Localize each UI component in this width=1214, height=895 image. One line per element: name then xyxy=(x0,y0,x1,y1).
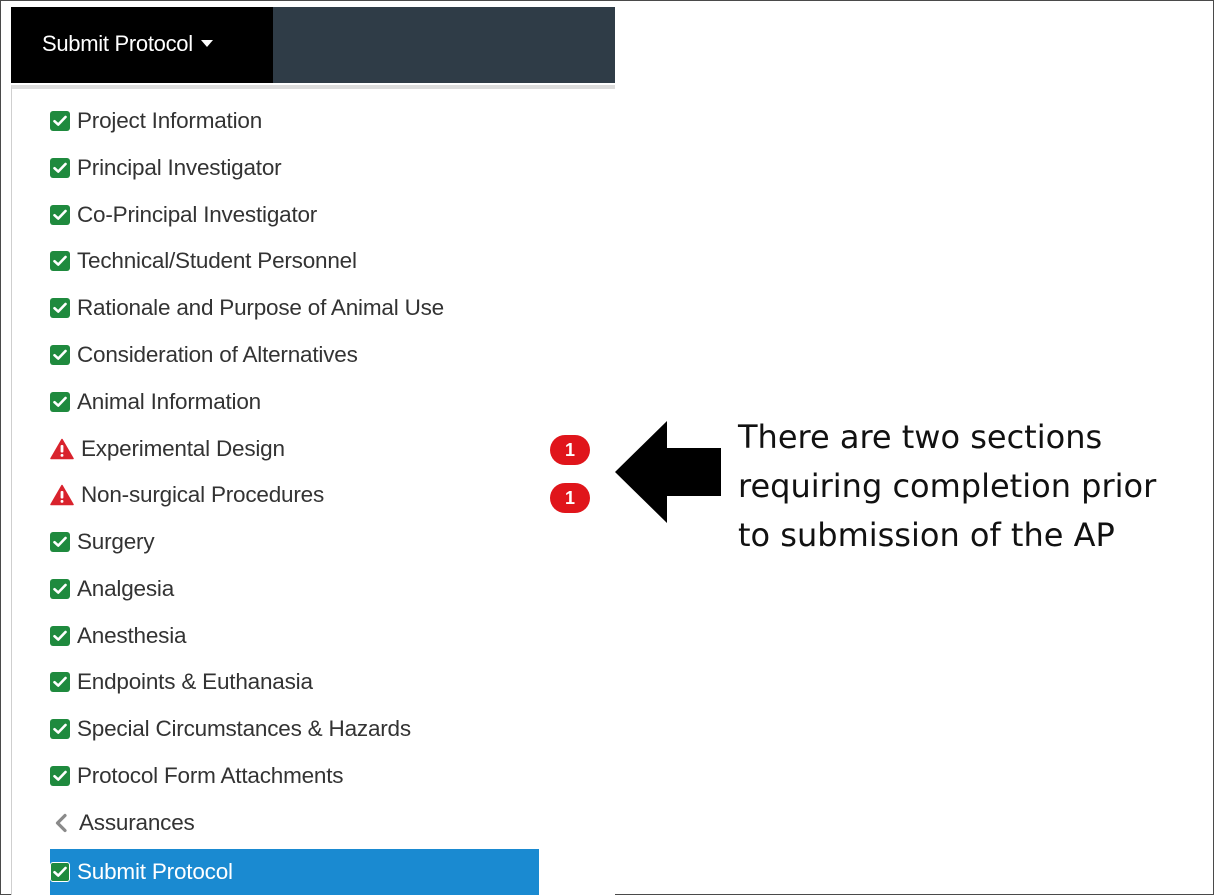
chevron-left-icon xyxy=(50,812,72,834)
warning-icon xyxy=(50,484,74,506)
menu-item-label: Protocol Form Attachments xyxy=(77,763,344,788)
menu-item-label: Anesthesia xyxy=(77,623,187,648)
check-square-icon xyxy=(50,532,70,552)
check-square-icon xyxy=(50,158,70,178)
menu-item-label: Surgery xyxy=(77,529,155,554)
menu-item-label: Animal Information xyxy=(77,389,261,414)
annotation-line: There are two sections xyxy=(738,418,1103,456)
menu-item-submit-protocol[interactable]: Submit Protocol xyxy=(50,849,539,895)
menu-item-label: Consideration of Alternatives xyxy=(77,342,358,367)
menu-item-label: Non-surgical Procedures xyxy=(81,482,325,507)
menu-item-co-principal-investigator[interactable]: Co-Principal Investigator xyxy=(50,195,317,235)
check-square-icon xyxy=(50,719,70,739)
menu-item-surgery[interactable]: Surgery xyxy=(50,522,155,562)
check-square-icon xyxy=(50,672,70,692)
warning-icon xyxy=(50,438,74,460)
menu-item-experimental-design[interactable]: Experimental Design xyxy=(50,429,285,469)
check-square-icon xyxy=(50,579,70,599)
menu-item-label: Rationale and Purpose of Animal Use xyxy=(77,295,444,320)
caret-down-icon xyxy=(200,39,213,47)
menu-item-label: Experimental Design xyxy=(81,436,285,461)
menu-item-principal-investigator[interactable]: Principal Investigator xyxy=(50,148,282,188)
menu-item-non-surgical-procedures[interactable]: Non-surgical Procedures xyxy=(50,475,324,515)
menu-item-endpoints-euthanasia[interactable]: Endpoints & Euthanasia xyxy=(50,662,313,702)
check-square-icon xyxy=(50,766,70,786)
menu-item-label: Submit Protocol xyxy=(77,859,233,884)
dropdown-toggle-label: Submit Protocol xyxy=(42,31,193,56)
menu-item-label: Co-Principal Investigator xyxy=(77,202,318,227)
menu-item-animal-information[interactable]: Animal Information xyxy=(50,382,261,422)
check-square-icon xyxy=(50,626,70,646)
menu-item-assurances[interactable]: Assurances xyxy=(50,803,195,843)
menu-item-special-circumstances-hazards[interactable]: Special Circumstances & Hazards xyxy=(50,709,411,749)
check-square-icon xyxy=(50,862,70,882)
menu-item-anesthesia[interactable]: Anesthesia xyxy=(50,616,187,656)
menu-item-protocol-form-attachments[interactable]: Protocol Form Attachments xyxy=(50,756,344,796)
menu-item-label: Analgesia xyxy=(77,576,175,601)
menu-item-label: Technical/Student Personnel xyxy=(77,248,357,273)
menu-item-rationale-and-purpose[interactable]: Rationale and Purpose of Animal Use xyxy=(50,288,444,328)
check-square-icon xyxy=(50,298,70,318)
top-navbar: Submit Protocol xyxy=(11,7,615,83)
menu-item-analgesia[interactable]: Analgesia xyxy=(50,569,174,609)
menu-item-label: Assurances xyxy=(79,810,195,835)
check-square-icon xyxy=(50,111,70,131)
annotation-callout: There are two sections requiring complet… xyxy=(738,413,1208,560)
annotation-line: requiring completion prior xyxy=(738,467,1157,505)
screenshot-canvas: Submit Protocol Project Information Prin… xyxy=(0,0,1214,895)
check-square-icon xyxy=(50,205,70,225)
menu-item-technical-student-personnel[interactable]: Technical/Student Personnel xyxy=(50,241,357,281)
incomplete-count-badge: 1 xyxy=(550,435,590,465)
annotation-line: to submission of the AP xyxy=(738,516,1115,554)
menu-item-label: Principal Investigator xyxy=(77,155,282,180)
check-square-icon xyxy=(50,251,70,271)
check-square-icon xyxy=(50,345,70,365)
left-arrow-icon xyxy=(615,421,721,523)
submit-protocol-dropdown-toggle[interactable]: Submit Protocol xyxy=(11,7,273,83)
menu-item-label: Project Information xyxy=(77,108,263,133)
menu-item-label: Special Circumstances & Hazards xyxy=(77,716,411,741)
protocol-sections-menu: Project Information Principal Investigat… xyxy=(11,85,615,895)
menu-item-label: Endpoints & Euthanasia xyxy=(77,669,313,694)
incomplete-count-badge: 1 xyxy=(550,483,590,513)
menu-item-project-information[interactable]: Project Information xyxy=(50,101,262,141)
menu-item-consideration-of-alternatives[interactable]: Consideration of Alternatives xyxy=(50,335,358,375)
check-square-icon xyxy=(50,392,70,412)
